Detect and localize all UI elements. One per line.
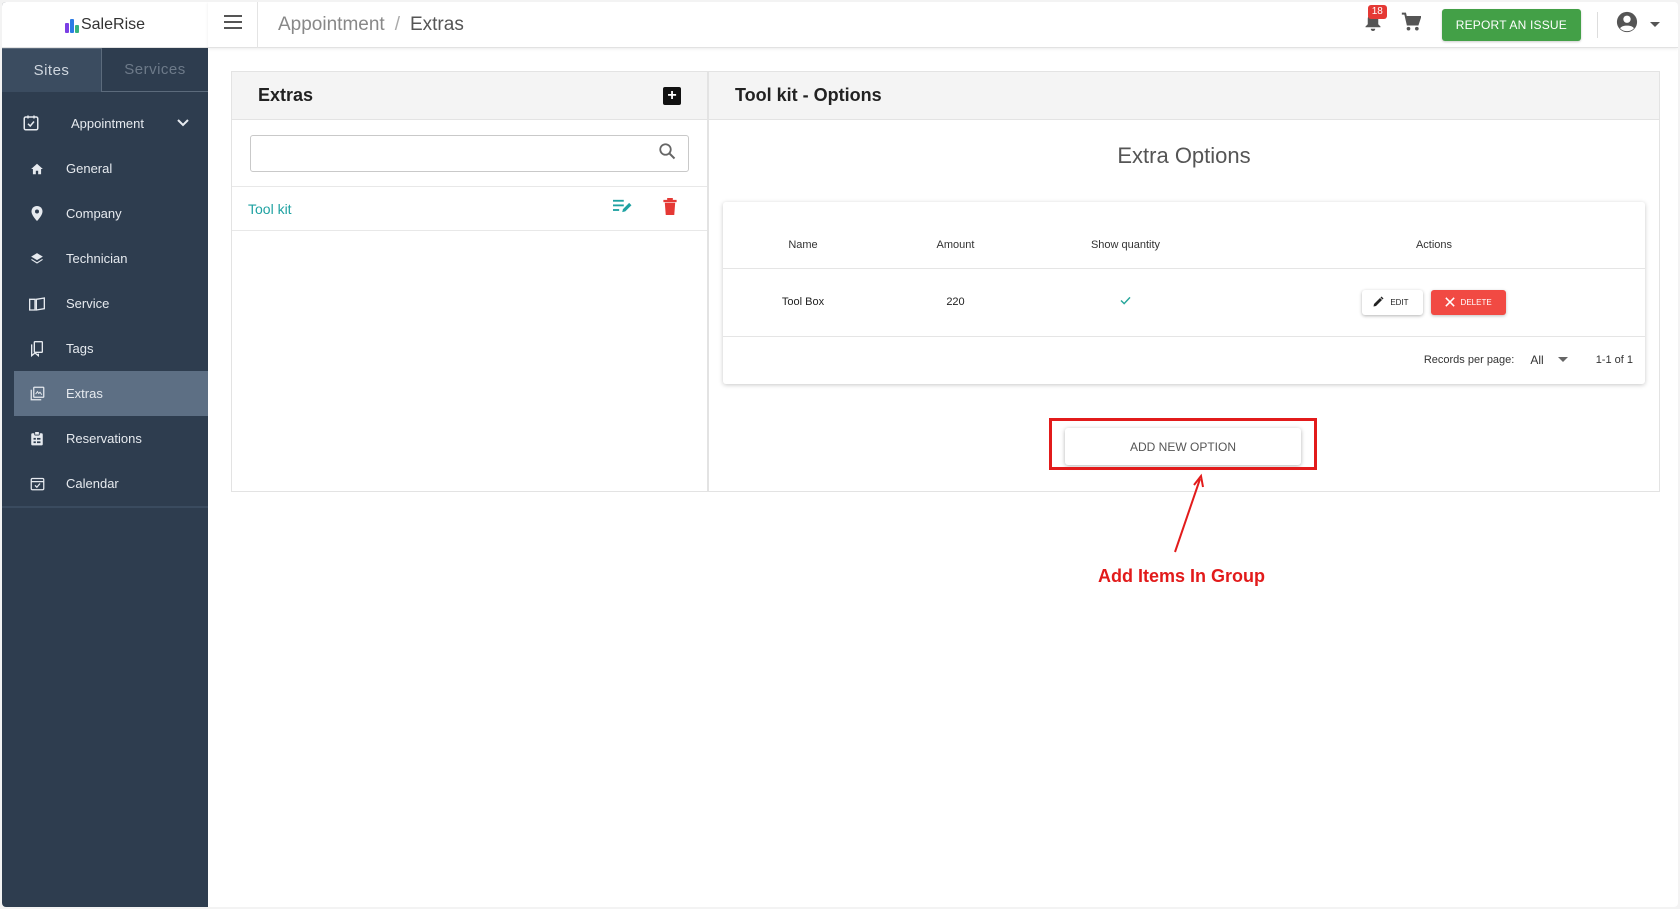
book-icon <box>28 295 46 313</box>
breadcrumb-item[interactable]: Appointment <box>278 14 385 36</box>
table-pagination: Records per page: All 1-1 of 1 <box>723 337 1645 383</box>
annotation-arrow-icon <box>1174 473 1204 553</box>
close-icon <box>1444 297 1455 307</box>
extra-name-link[interactable]: Tool kit <box>248 201 292 217</box>
sidebar-nav: Appointment General Company Technician S… <box>2 100 208 506</box>
cell-name: Tool Box <box>723 268 883 337</box>
records-per-page-label: Records per page: <box>1423 353 1515 366</box>
tab-services[interactable]: Services <box>102 48 208 92</box>
account-circle-icon <box>1616 11 1638 38</box>
options-table: Name Amount Show quantity Actions Tool B… <box>723 202 1645 337</box>
sidebar-divider <box>2 506 208 508</box>
sidebar-item-reservations[interactable]: Reservations <box>2 416 208 461</box>
account-menu[interactable] <box>1616 11 1660 38</box>
sidebar-item-appointment[interactable]: Appointment <box>2 100 208 146</box>
sidebar-item-calendar[interactable]: Calendar <box>2 461 208 506</box>
delete-button[interactable]: DELETE <box>1430 289 1506 315</box>
calendar-icon <box>28 475 46 493</box>
caret-down-icon <box>1650 22 1660 27</box>
list-item[interactable]: Tool kit <box>232 186 707 231</box>
clipboard-icon <box>28 430 46 448</box>
breadcrumb-separator: / <box>394 13 400 35</box>
extras-panel-title: Extras <box>258 85 314 105</box>
extras-panel-header: Extras + <box>232 72 707 120</box>
check-icon <box>1120 296 1131 308</box>
logo-text: SaleRise <box>80 15 146 33</box>
sidebar-item-technician[interactable]: Technician <box>2 236 208 281</box>
column-header-name[interactable]: Name <box>723 202 883 269</box>
cart-button[interactable] <box>1398 12 1424 38</box>
search-box <box>250 135 689 172</box>
cell-show-quantity <box>1028 268 1223 337</box>
extras-icon <box>28 385 46 403</box>
sidebar-item-label: Service <box>66 296 110 311</box>
layers-icon <box>28 250 46 268</box>
calendar-check-icon <box>22 114 40 132</box>
divider <box>1597 11 1598 38</box>
report-issue-button[interactable]: REPORT AN ISSUE <box>1441 8 1581 41</box>
sidebar-item-label: Extras <box>66 386 103 401</box>
sidebar-item-label: Tags <box>66 341 94 356</box>
options-table-card: Name Amount Show quantity Actions Tool B… <box>723 202 1645 384</box>
delete-button-label: DELETE <box>1460 297 1492 307</box>
app-window: SaleRise Sites Services Appointment Gene… <box>2 2 1678 907</box>
cart-icon <box>1401 12 1422 37</box>
records-per-page-select[interactable]: All <box>1530 352 1568 367</box>
add-extra-button[interactable]: + <box>663 86 681 105</box>
edit-button-label: EDIT <box>1390 297 1409 307</box>
search-input[interactable] <box>263 145 658 162</box>
sidebar-item-general[interactable]: General <box>2 146 208 191</box>
cell-actions: EDIT DELETE <box>1223 268 1645 337</box>
pencil-icon <box>1373 296 1384 307</box>
logo[interactable]: SaleRise <box>2 2 208 48</box>
extras-panel: Extras + Tool kit <box>231 71 708 492</box>
plus-icon: + <box>667 86 677 104</box>
sidebar-item-service[interactable]: Service <box>2 281 208 326</box>
sidebar: SaleRise Sites Services Appointment Gene… <box>2 2 208 907</box>
edit-button[interactable]: EDIT <box>1362 289 1423 315</box>
map-pin-icon <box>28 205 46 223</box>
column-header-show-quantity[interactable]: Show quantity <box>1028 202 1223 269</box>
sidebar-item-label: Reservations <box>66 431 142 446</box>
sidebar-item-label: Technician <box>66 251 128 266</box>
search-container <box>232 120 707 186</box>
home-icon <box>28 160 46 178</box>
annotation-highlight-box <box>1049 418 1317 470</box>
breadcrumb: Appointment / Extras <box>278 14 464 36</box>
chevron-down-icon <box>176 116 190 131</box>
notifications-button[interactable]: 18 <box>1360 4 1387 38</box>
top-bar-actions: 18 REPORT AN ISSUE <box>1360 2 1678 48</box>
tab-sites[interactable]: Sites <box>2 48 102 92</box>
delete-icon[interactable] <box>663 197 677 220</box>
options-panel-header: Tool kit - Options <box>709 72 1659 120</box>
annotation-label: Add Items In Group <box>1098 566 1266 586</box>
breadcrumb-current: Extras <box>409 13 464 35</box>
records-per-page-value: All <box>1530 352 1544 367</box>
sidebar-item-extras[interactable]: Extras <box>14 371 208 416</box>
column-header-actions: Actions <box>1223 202 1645 269</box>
sidebar-tabs: Sites Services <box>2 48 208 92</box>
sidebar-item-label: General <box>66 161 113 176</box>
edit-list-icon[interactable] <box>613 198 633 219</box>
sidebar-item-label: Appointment <box>71 115 144 131</box>
hamburger-icon <box>223 15 242 34</box>
sidebar-item-label: Calendar <box>66 476 119 491</box>
table-row: Tool Box 220 EDIT DELETE <box>723 268 1645 337</box>
sidebar-item-label: Company <box>66 206 122 221</box>
pagination-range: 1-1 of 1 <box>1595 353 1633 366</box>
tag-icon <box>28 340 46 358</box>
sidebar-item-tags[interactable]: Tags <box>2 326 208 371</box>
hamburger-menu-button[interactable] <box>208 2 258 48</box>
cell-amount: 220 <box>883 268 1028 337</box>
table-header-row: Name Amount Show quantity Actions <box>723 202 1645 269</box>
notification-count-badge: 18 <box>1367 4 1387 19</box>
caret-down-icon <box>1557 357 1568 362</box>
logo-icon <box>64 17 79 33</box>
top-bar: Appointment / Extras 18 REPORT AN ISSUE <box>208 2 1678 48</box>
column-header-amount[interactable]: Amount <box>883 202 1028 269</box>
options-panel-title: Tool kit - Options <box>735 85 882 105</box>
section-title: Extra Options <box>1117 143 1251 168</box>
sidebar-item-company[interactable]: Company <box>2 191 208 236</box>
search-icon[interactable] <box>658 142 676 165</box>
